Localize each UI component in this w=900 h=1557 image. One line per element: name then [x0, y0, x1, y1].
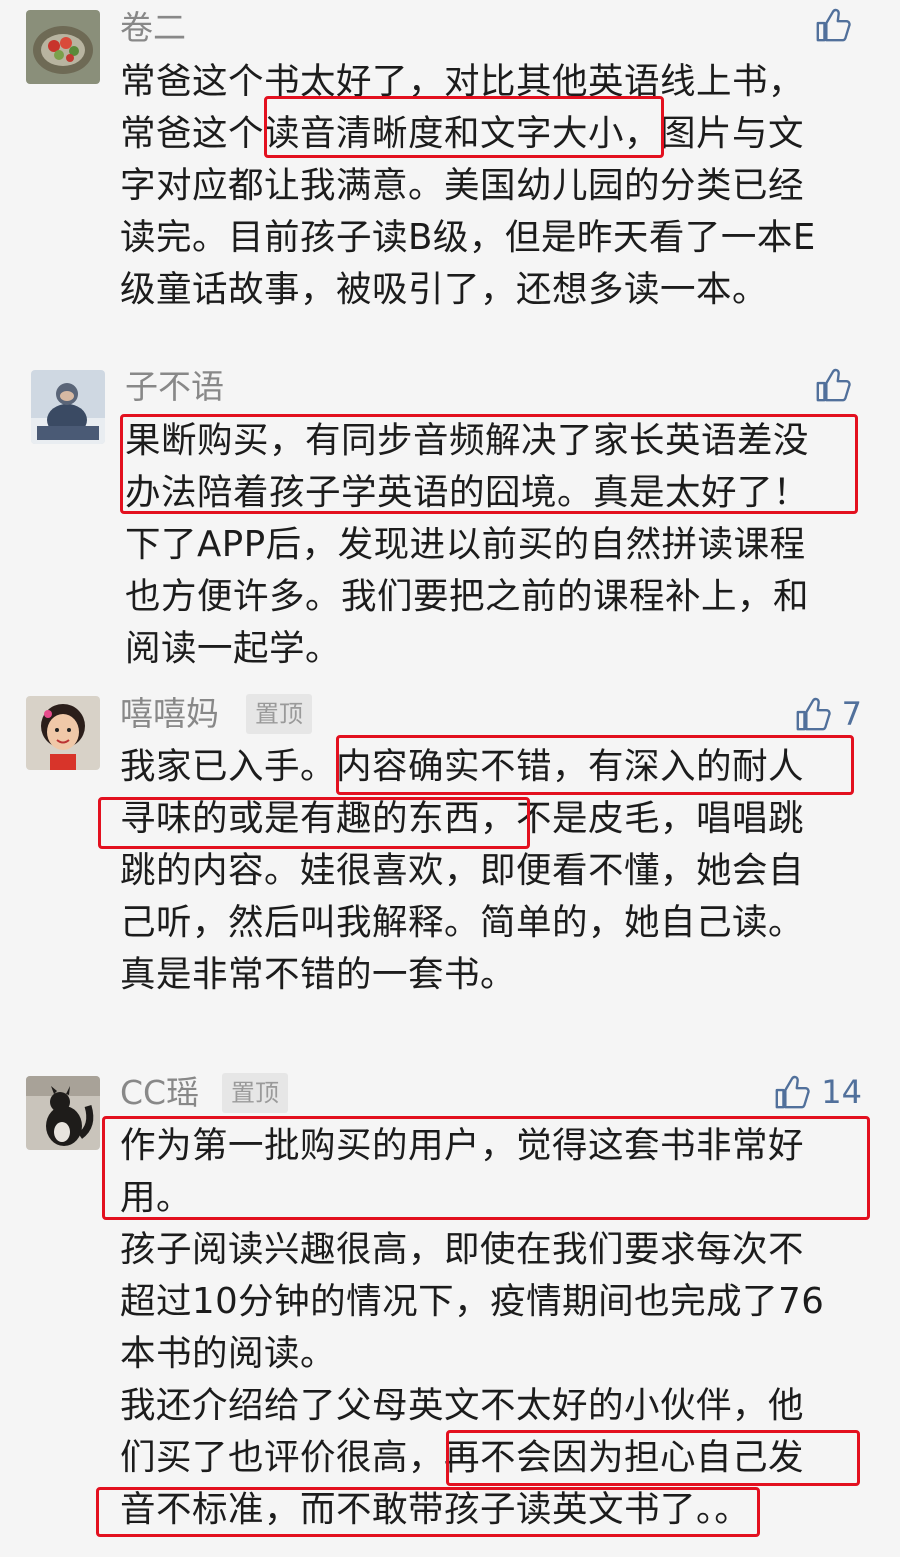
comment-line: 本书的阅读。: [120, 1333, 337, 1374]
pinned-badge: 置顶: [222, 1073, 288, 1113]
highlight-box: [98, 797, 530, 849]
comment-line: 真是非常不错的一套书。: [120, 954, 517, 995]
like-count: 14: [821, 1073, 862, 1111]
thumbs-up-icon: [816, 8, 851, 42]
comment-line: 也方便许多。我们要把之前的课程补上，和: [125, 576, 810, 617]
comment-line: 己听，然后叫我解释。简单的，她自己读。: [120, 902, 805, 943]
like-button[interactable]: [814, 366, 862, 404]
highlight-box: [336, 735, 854, 795]
highlight-box: [264, 96, 664, 158]
highlight-box: [446, 1430, 860, 1486]
highlight-box: [102, 1116, 870, 1220]
avatar[interactable]: [26, 1076, 100, 1150]
highlight-box: [96, 1487, 760, 1537]
comment-line: 阅读一起学。: [125, 628, 342, 669]
thumbs-up-icon: [775, 1075, 810, 1109]
author-name[interactable]: CC瑶: [120, 1073, 199, 1113]
comment-line: 超过10分钟的情况下，疫情期间也完成了76: [120, 1281, 825, 1322]
comment-text: 常爸这个书太好了，对比其他英语线上书， 常爸这个读音清晰度和文字大小，图片与文 …: [120, 56, 816, 316]
author-name[interactable]: 卷二: [120, 8, 186, 48]
avatar[interactable]: [31, 370, 105, 444]
like-button[interactable]: 14: [773, 1072, 862, 1112]
like-button[interactable]: [814, 6, 862, 44]
like-button[interactable]: 7: [794, 694, 862, 734]
comment-line: 我还介绍给了父母英文不太好的小伙伴，他: [120, 1385, 805, 1426]
author-name[interactable]: 嘻嘻妈: [120, 694, 219, 734]
comment-line: 下了APP后，发现进以前买的自然拼读课程: [125, 524, 806, 565]
comment-line: 读完。目前孩子读B级，但是昨天看了一本E: [120, 217, 816, 258]
author-name[interactable]: 子不语: [125, 367, 224, 407]
comment-line: 孩子阅读兴趣很高，即使在我们要求每次不: [120, 1229, 805, 1270]
like-count: 7: [841, 695, 862, 733]
avatar[interactable]: [26, 10, 100, 84]
comment-line: 字对应都让我满意。美国幼儿园的分类已经: [120, 165, 805, 206]
comment-line: 跳的内容。娃很喜欢，即便看不懂，她会自: [120, 850, 805, 891]
avatar[interactable]: [26, 696, 100, 770]
thumbs-up-icon: [816, 368, 851, 402]
highlight-box: [120, 414, 858, 514]
thumbs-up-icon: [796, 697, 831, 731]
pinned-badge: 置顶: [246, 694, 312, 734]
comment-line: 级童话故事，被吸引了，还想多读一本。: [120, 269, 769, 310]
